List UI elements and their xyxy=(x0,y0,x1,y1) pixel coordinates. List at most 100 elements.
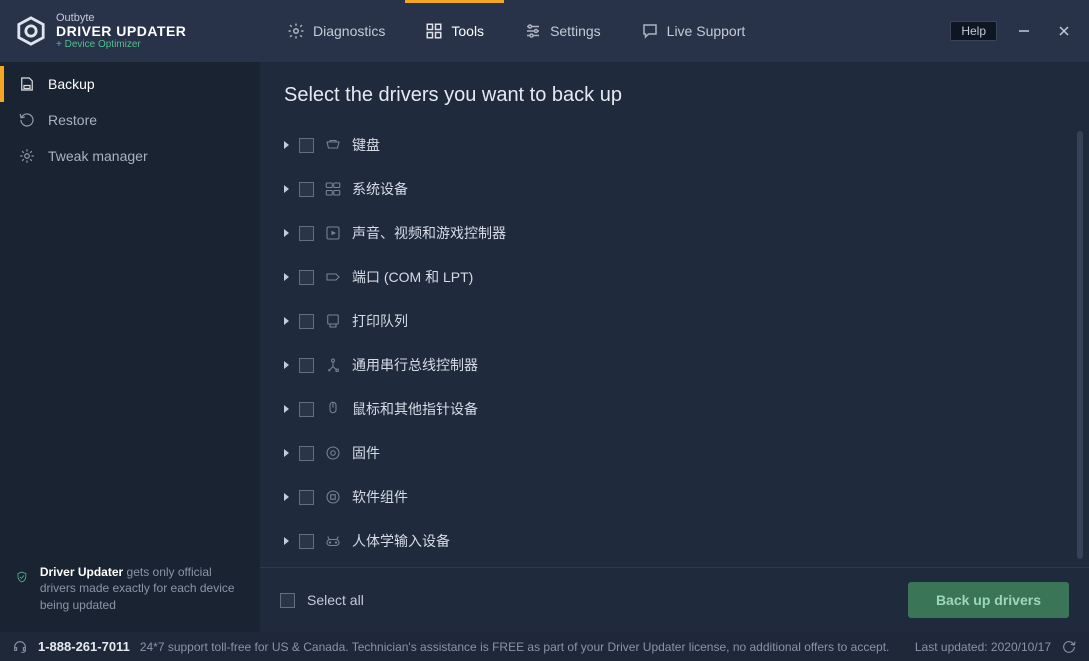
main-footer: Select all Back up drivers xyxy=(260,567,1089,632)
category-checkbox[interactable] xyxy=(299,138,314,153)
sidebar-backup-label: Backup xyxy=(48,76,95,92)
expand-caret[interactable] xyxy=(284,537,289,545)
category-checkbox[interactable] xyxy=(299,270,314,285)
gear-icon xyxy=(287,22,305,40)
top-tabs: Diagnostics Tools Settings Live Support xyxy=(267,0,765,62)
minimize-button[interactable] xyxy=(1011,18,1037,44)
window-controls: Help xyxy=(950,18,1077,44)
headset-icon xyxy=(12,639,28,655)
tab-settings[interactable]: Settings xyxy=(504,0,621,62)
sidebar-restore-label: Restore xyxy=(48,112,97,128)
sidebar-item-tweak[interactable]: Tweak manager xyxy=(0,138,260,174)
expand-caret[interactable] xyxy=(284,361,289,369)
expand-caret[interactable] xyxy=(284,405,289,413)
category-label: 固件 xyxy=(352,443,380,463)
restore-icon xyxy=(18,111,36,129)
driver-category-row: 鼠标和其他指针设备 xyxy=(284,387,1079,431)
close-button[interactable] xyxy=(1051,18,1077,44)
sidebar-promo: Driver Updater gets only official driver… xyxy=(0,550,260,632)
category-icon xyxy=(324,488,342,506)
refresh-icon[interactable] xyxy=(1061,639,1077,655)
brand-product: DRIVER UPDATER xyxy=(56,24,186,39)
promo-text: Driver Updater gets only official driver… xyxy=(40,564,244,614)
select-all-checkbox[interactable] xyxy=(280,593,295,608)
category-icon xyxy=(324,444,342,462)
sidebar: Backup Restore Tweak manager Driver Upda… xyxy=(0,62,260,632)
category-label: 键盘 xyxy=(352,135,380,155)
logo-icon xyxy=(16,16,46,46)
status-right: Last updated: 2020/10/17 xyxy=(915,639,1077,655)
support-phone: 1-888-261-7011 xyxy=(38,639,130,654)
sliders-icon xyxy=(524,22,542,40)
category-icon xyxy=(324,532,342,550)
tab-live-support[interactable]: Live Support xyxy=(621,0,766,62)
category-label: 软件组件 xyxy=(352,487,408,507)
promo-lead: Driver Updater xyxy=(40,565,123,579)
category-icon xyxy=(324,136,342,154)
chat-icon xyxy=(641,22,659,40)
tab-diagnostics[interactable]: Diagnostics xyxy=(267,0,405,62)
category-icon xyxy=(324,400,342,418)
category-checkbox[interactable] xyxy=(299,226,314,241)
category-label: 端口 (COM 和 LPT) xyxy=(352,267,473,287)
page-title: Select the drivers you want to back up xyxy=(260,62,1089,123)
category-label: 声音、视频和游戏控制器 xyxy=(352,223,506,243)
category-checkbox[interactable] xyxy=(299,490,314,505)
category-checkbox[interactable] xyxy=(299,446,314,461)
driver-category-row: 人体学输入设备 xyxy=(284,519,1079,563)
category-icon xyxy=(324,180,342,198)
driver-category-row: 打印队列 xyxy=(284,299,1079,343)
category-label: 通用串行总线控制器 xyxy=(352,355,478,375)
main-panel: Select the drivers you want to back up 键… xyxy=(260,62,1089,632)
header: Outbyte DRIVER UPDATER + Device Optimize… xyxy=(0,0,1089,62)
expand-caret[interactable] xyxy=(284,141,289,149)
backup-icon xyxy=(18,75,36,93)
status-text: 24*7 support toll-free for US & Canada. … xyxy=(140,640,890,654)
expand-caret[interactable] xyxy=(284,273,289,281)
category-checkbox[interactable] xyxy=(299,358,314,373)
category-label: 系统设备 xyxy=(352,179,408,199)
sidebar-item-restore[interactable]: Restore xyxy=(0,102,260,138)
category-checkbox[interactable] xyxy=(299,534,314,549)
logo-text: Outbyte DRIVER UPDATER + Device Optimize… xyxy=(56,12,186,50)
category-label: 人体学输入设备 xyxy=(352,531,450,551)
tab-tools[interactable]: Tools xyxy=(405,0,504,62)
driver-category-row: 键盘 xyxy=(284,123,1079,167)
category-checkbox[interactable] xyxy=(299,402,314,417)
scrollbar[interactable] xyxy=(1077,131,1083,559)
driver-category-row: 声音、视频和游戏控制器 xyxy=(284,211,1079,255)
select-all-label: Select all xyxy=(307,592,364,608)
category-label: 打印队列 xyxy=(352,311,408,331)
help-button[interactable]: Help xyxy=(950,21,997,41)
category-checkbox[interactable] xyxy=(299,182,314,197)
category-checkbox[interactable] xyxy=(299,314,314,329)
expand-caret[interactable] xyxy=(284,185,289,193)
driver-category-row: 端口 (COM 和 LPT) xyxy=(284,255,1079,299)
expand-caret[interactable] xyxy=(284,229,289,237)
expand-caret[interactable] xyxy=(284,317,289,325)
tab-tools-label: Tools xyxy=(451,23,484,39)
tab-settings-label: Settings xyxy=(550,23,601,39)
expand-caret[interactable] xyxy=(284,493,289,501)
driver-list: 键盘系统设备声音、视频和游戏控制器端口 (COM 和 LPT) 打印队列通用串行总… xyxy=(260,123,1089,567)
body: Backup Restore Tweak manager Driver Upda… xyxy=(0,62,1089,632)
category-icon xyxy=(324,224,342,242)
sidebar-tweak-label: Tweak manager xyxy=(48,148,148,164)
grid-icon xyxy=(425,22,443,40)
driver-category-row: 固件 xyxy=(284,431,1079,475)
tab-diagnostics-label: Diagnostics xyxy=(313,23,385,39)
category-label: 鼠标和其他指针设备 xyxy=(352,399,478,419)
sidebar-item-backup[interactable]: Backup xyxy=(0,66,260,102)
logo-area: Outbyte DRIVER UPDATER + Device Optimize… xyxy=(12,12,267,50)
brand-tagline: + Device Optimizer xyxy=(56,39,186,50)
category-icon xyxy=(324,312,342,330)
driver-category-row: 软件组件 xyxy=(284,475,1079,519)
driver-category-row: 系统设备 xyxy=(284,167,1079,211)
driver-category-row: 通用串行总线控制器 xyxy=(284,343,1079,387)
shield-icon xyxy=(16,564,28,590)
category-icon xyxy=(324,268,342,286)
tab-live-support-label: Live Support xyxy=(667,23,746,39)
backup-drivers-button[interactable]: Back up drivers xyxy=(908,582,1069,618)
category-icon xyxy=(324,356,342,374)
expand-caret[interactable] xyxy=(284,449,289,457)
